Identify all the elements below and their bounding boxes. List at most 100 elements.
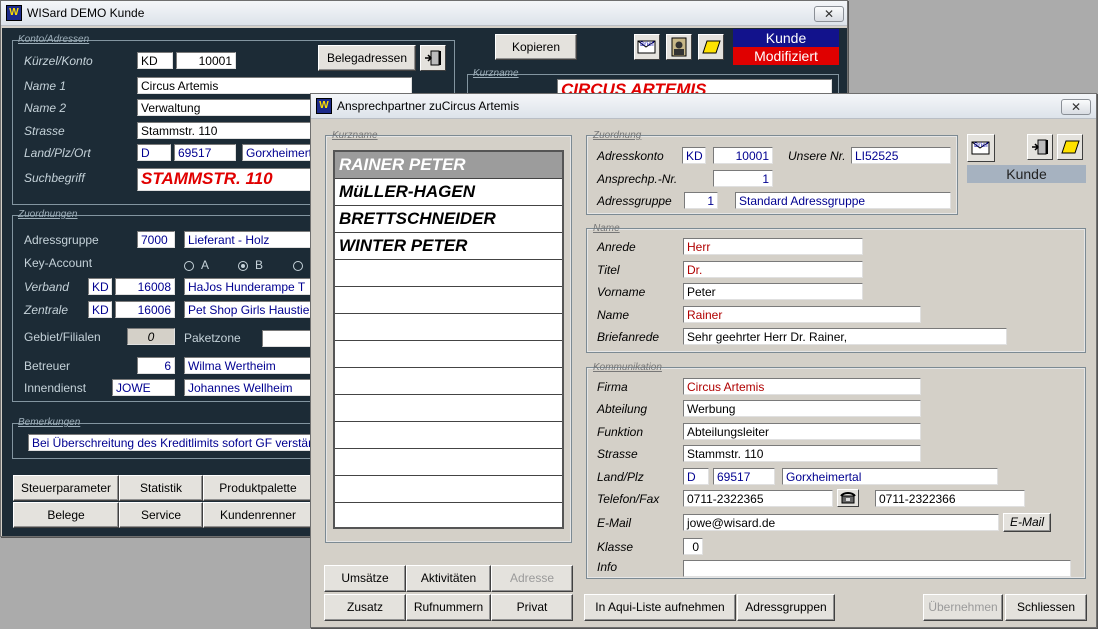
main-window-title: WISard DEMO Kunde [27, 6, 145, 20]
zentrale-label: Zentrale [24, 303, 69, 317]
info-field[interactable] [683, 560, 1071, 577]
adressgruppe-field[interactable]: Lieferant - Holz [184, 231, 314, 248]
briefanrede-field[interactable]: Sehr geehrter Herr Dr. Rainer, [683, 328, 1007, 345]
email-button[interactable]: E-Mail [1003, 513, 1051, 532]
exit-door-icon[interactable] [420, 45, 446, 71]
brief-icon[interactable]: Brief [634, 34, 660, 60]
key-account-c-radio[interactable] [293, 261, 303, 271]
name2-label: Name 2 [24, 101, 67, 115]
list-item[interactable]: BRETTSCHNEIDER [335, 206, 562, 233]
belege-button[interactable]: Belege [13, 502, 119, 528]
titel-field[interactable]: Dr. [683, 261, 863, 278]
umsaetze-button[interactable]: Umsätze [324, 565, 406, 592]
bemerkungen-field[interactable]: Bei Überschreitung des Kreditlimits sofo… [28, 434, 318, 451]
uebernehmen-button[interactable]: Übernehmen [923, 594, 1003, 621]
innendienst-field[interactable]: Johannes Wellheim [184, 379, 314, 396]
anrede-field[interactable]: Herr [683, 238, 863, 255]
ort-field[interactable]: Gorxheimertal [782, 468, 998, 485]
zentrale-nr-field[interactable]: 16006 [115, 301, 175, 318]
main-titlebar[interactable]: W WISard DEMO Kunde ✕ [1, 1, 847, 26]
phone-icon[interactable] [837, 489, 859, 507]
paketzone-field[interactable] [262, 330, 314, 347]
portrait-icon[interactable] [666, 34, 692, 60]
ansprechp-nr-field[interactable]: 1 [713, 170, 773, 187]
fax-field[interactable]: 0711-2322366 [875, 490, 1025, 507]
abteilung-field[interactable]: Werbung [683, 400, 921, 417]
email-field[interactable]: jowe@wisard.de [683, 514, 999, 531]
adresskonto-kz-field[interactable]: KD [682, 147, 706, 164]
list-item[interactable]: WINTER PETER [335, 233, 562, 260]
kopieren-button[interactable]: Kopieren [495, 34, 577, 60]
privat-button[interactable]: Privat [491, 594, 573, 621]
firma-field[interactable]: Circus Artemis [683, 378, 921, 395]
klasse-field[interactable]: 0 [683, 538, 703, 555]
kundenrenner-button[interactable]: Kundenrenner [203, 502, 313, 528]
name1-label: Name 1 [24, 79, 67, 93]
list-item[interactable] [335, 260, 562, 287]
adresse-button[interactable]: Adresse [491, 565, 573, 592]
innendienst-kz-field[interactable]: JOWE [112, 379, 175, 396]
list-item[interactable] [335, 395, 562, 422]
kuerzel-field[interactable]: KD [137, 52, 173, 69]
plz-field[interactable]: 69517 [174, 144, 236, 161]
name1-field[interactable]: Circus Artemis [137, 77, 412, 94]
zusatz-button[interactable]: Zusatz [324, 594, 406, 621]
zentrale-field[interactable]: Pet Shop Girls Haustier [184, 301, 314, 318]
dialog-titlebar[interactable]: W Ansprechpartner zuCircus Artemis ✕ [311, 94, 1096, 119]
land-field[interactable]: D [683, 468, 709, 485]
contact-list[interactable]: RAINER PETER MüLLER-HAGEN BRETTSCHNEIDER… [333, 150, 564, 529]
funktion-label: Funktion [597, 425, 644, 439]
adressgruppe-field[interactable]: Standard Adressgruppe [735, 192, 951, 209]
verband-nr-field[interactable]: 16008 [115, 278, 175, 295]
unsere-nr-field[interactable]: LI52525 [851, 147, 951, 164]
verband-field[interactable]: HaJos Hunderampe T [184, 278, 314, 295]
schliessen-button[interactable]: Schliessen [1005, 594, 1087, 621]
notepad-icon[interactable] [698, 34, 724, 60]
plz-field[interactable]: 69517 [713, 468, 775, 485]
betreuer-nr-field[interactable]: 6 [137, 357, 175, 374]
adressgruppe-nr-field[interactable]: 7000 [137, 231, 175, 248]
list-item[interactable] [335, 476, 562, 503]
key-account-a-radio[interactable] [184, 261, 194, 271]
name-field[interactable]: Rainer [683, 306, 921, 323]
key-account-b-radio[interactable] [238, 261, 248, 271]
dialog-close-button[interactable]: ✕ [1061, 99, 1091, 115]
land-plz-label: Land/Plz [597, 470, 644, 484]
adressgruppen-button[interactable]: Adressgruppen [737, 594, 835, 621]
telefon-field[interactable]: 0711-2322365 [683, 490, 833, 507]
konto-field[interactable]: 10001 [176, 52, 236, 69]
rufnummern-button[interactable]: Rufnummern [406, 594, 491, 621]
adresskonto-field[interactable]: 10001 [713, 147, 773, 164]
brief-icon[interactable]: Brief [967, 134, 995, 162]
verband-label: Verband [24, 280, 69, 294]
aqui-liste-button[interactable]: In Aqui-Liste aufnehmen [584, 594, 736, 621]
land-field[interactable]: D [137, 144, 171, 161]
list-item[interactable] [335, 287, 562, 314]
belegadressen-button[interactable]: Belegadressen [318, 45, 416, 71]
betreuer-field[interactable]: Wilma Wertheim [184, 357, 314, 374]
list-item[interactable] [335, 368, 562, 395]
adressgruppe-nr-field[interactable]: 1 [684, 192, 718, 209]
list-item[interactable]: MüLLER-HAGEN [335, 179, 562, 206]
list-item[interactable]: RAINER PETER [335, 152, 562, 179]
list-item[interactable] [335, 314, 562, 341]
paketzone-label: Paketzone [184, 331, 241, 345]
service-button[interactable]: Service [119, 502, 203, 528]
vorname-field[interactable]: Peter [683, 283, 863, 300]
list-item[interactable] [335, 341, 562, 368]
zentrale-kz-field[interactable]: KD [88, 301, 112, 318]
gebiet-field[interactable]: 0 [127, 328, 175, 345]
produktpalette-button[interactable]: Produktpalette [203, 475, 313, 501]
verband-kz-field[interactable]: KD [88, 278, 112, 295]
funktion-field[interactable]: Abteilungsleiter [683, 423, 921, 440]
strasse-field[interactable]: Stammstr. 110 [683, 445, 921, 462]
notepad-icon[interactable] [1057, 134, 1083, 160]
aktivitaeten-button[interactable]: Aktivitäten [406, 565, 491, 592]
steuerparameter-button[interactable]: Steuerparameter [13, 475, 119, 501]
main-close-button[interactable]: ✕ [814, 6, 844, 22]
list-item[interactable] [335, 449, 562, 476]
statistik-button[interactable]: Statistik [119, 475, 203, 501]
svg-text:Brief: Brief [974, 142, 989, 149]
exit-door-icon[interactable] [1027, 134, 1053, 160]
list-item[interactable] [335, 422, 562, 449]
